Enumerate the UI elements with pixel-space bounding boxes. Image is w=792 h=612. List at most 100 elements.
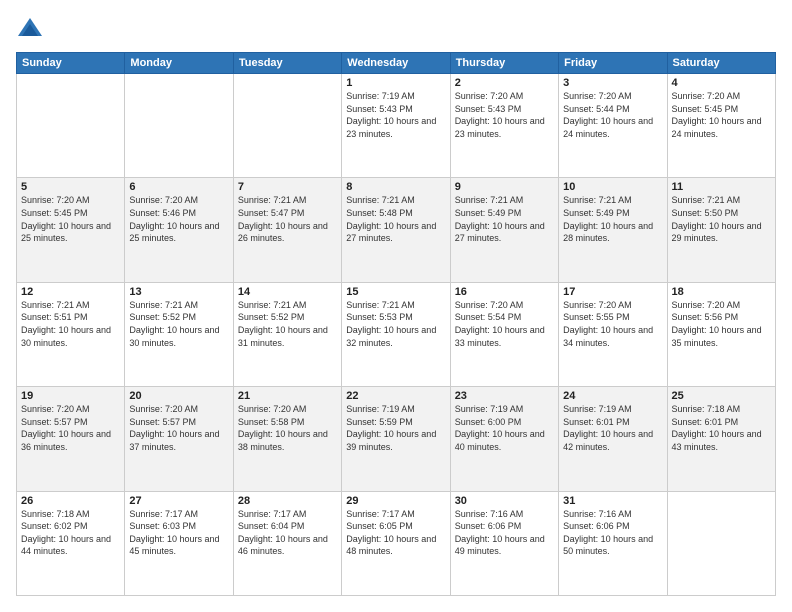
page: SundayMondayTuesdayWednesdayThursdayFrid… xyxy=(0,0,792,612)
calendar-cell xyxy=(233,74,341,178)
weekday-header-tuesday: Tuesday xyxy=(233,53,341,74)
logo xyxy=(16,16,48,44)
weekday-header-row: SundayMondayTuesdayWednesdayThursdayFrid… xyxy=(17,53,776,74)
day-number: 4 xyxy=(672,77,771,89)
calendar-week-4: 19Sunrise: 7:20 AMSunset: 5:57 PMDayligh… xyxy=(17,387,776,491)
day-number: 27 xyxy=(129,495,228,507)
day-info: Sunrise: 7:18 AMSunset: 6:01 PMDaylight:… xyxy=(672,403,771,453)
day-info: Sunrise: 7:21 AMSunset: 5:53 PMDaylight:… xyxy=(346,299,445,349)
calendar-cell: 28Sunrise: 7:17 AMSunset: 6:04 PMDayligh… xyxy=(233,491,341,595)
day-number: 5 xyxy=(21,181,120,193)
day-info: Sunrise: 7:20 AMSunset: 5:57 PMDaylight:… xyxy=(21,403,120,453)
calendar-table: SundayMondayTuesdayWednesdayThursdayFrid… xyxy=(16,52,776,596)
calendar-cell: 8Sunrise: 7:21 AMSunset: 5:48 PMDaylight… xyxy=(342,178,450,282)
calendar-cell: 6Sunrise: 7:20 AMSunset: 5:46 PMDaylight… xyxy=(125,178,233,282)
calendar-cell: 18Sunrise: 7:20 AMSunset: 5:56 PMDayligh… xyxy=(667,282,775,386)
calendar-cell: 27Sunrise: 7:17 AMSunset: 6:03 PMDayligh… xyxy=(125,491,233,595)
calendar-cell: 10Sunrise: 7:21 AMSunset: 5:49 PMDayligh… xyxy=(559,178,667,282)
day-info: Sunrise: 7:20 AMSunset: 5:54 PMDaylight:… xyxy=(455,299,554,349)
day-number: 9 xyxy=(455,181,554,193)
day-number: 31 xyxy=(563,495,662,507)
day-number: 30 xyxy=(455,495,554,507)
day-info: Sunrise: 7:20 AMSunset: 5:57 PMDaylight:… xyxy=(129,403,228,453)
day-info: Sunrise: 7:20 AMSunset: 5:56 PMDaylight:… xyxy=(672,299,771,349)
day-number: 1 xyxy=(346,77,445,89)
calendar-cell: 1Sunrise: 7:19 AMSunset: 5:43 PMDaylight… xyxy=(342,74,450,178)
day-number: 13 xyxy=(129,286,228,298)
day-info: Sunrise: 7:21 AMSunset: 5:49 PMDaylight:… xyxy=(563,194,662,244)
day-info: Sunrise: 7:20 AMSunset: 5:44 PMDaylight:… xyxy=(563,90,662,140)
day-number: 18 xyxy=(672,286,771,298)
day-info: Sunrise: 7:21 AMSunset: 5:52 PMDaylight:… xyxy=(238,299,337,349)
calendar-week-5: 26Sunrise: 7:18 AMSunset: 6:02 PMDayligh… xyxy=(17,491,776,595)
calendar-cell: 7Sunrise: 7:21 AMSunset: 5:47 PMDaylight… xyxy=(233,178,341,282)
calendar-cell: 24Sunrise: 7:19 AMSunset: 6:01 PMDayligh… xyxy=(559,387,667,491)
day-info: Sunrise: 7:21 AMSunset: 5:51 PMDaylight:… xyxy=(21,299,120,349)
calendar-cell: 29Sunrise: 7:17 AMSunset: 6:05 PMDayligh… xyxy=(342,491,450,595)
day-info: Sunrise: 7:20 AMSunset: 5:55 PMDaylight:… xyxy=(563,299,662,349)
day-number: 7 xyxy=(238,181,337,193)
day-info: Sunrise: 7:21 AMSunset: 5:52 PMDaylight:… xyxy=(129,299,228,349)
weekday-header-sunday: Sunday xyxy=(17,53,125,74)
day-number: 25 xyxy=(672,390,771,402)
day-number: 22 xyxy=(346,390,445,402)
day-number: 20 xyxy=(129,390,228,402)
day-info: Sunrise: 7:17 AMSunset: 6:03 PMDaylight:… xyxy=(129,508,228,558)
calendar-cell xyxy=(17,74,125,178)
calendar-cell: 2Sunrise: 7:20 AMSunset: 5:43 PMDaylight… xyxy=(450,74,558,178)
weekday-header-saturday: Saturday xyxy=(667,53,775,74)
calendar-cell: 16Sunrise: 7:20 AMSunset: 5:54 PMDayligh… xyxy=(450,282,558,386)
day-info: Sunrise: 7:21 AMSunset: 5:49 PMDaylight:… xyxy=(455,194,554,244)
calendar-cell: 20Sunrise: 7:20 AMSunset: 5:57 PMDayligh… xyxy=(125,387,233,491)
calendar-cell xyxy=(667,491,775,595)
calendar-cell: 12Sunrise: 7:21 AMSunset: 5:51 PMDayligh… xyxy=(17,282,125,386)
day-number: 19 xyxy=(21,390,120,402)
calendar-week-2: 5Sunrise: 7:20 AMSunset: 5:45 PMDaylight… xyxy=(17,178,776,282)
day-info: Sunrise: 7:20 AMSunset: 5:46 PMDaylight:… xyxy=(129,194,228,244)
day-info: Sunrise: 7:21 AMSunset: 5:48 PMDaylight:… xyxy=(346,194,445,244)
calendar-cell: 31Sunrise: 7:16 AMSunset: 6:06 PMDayligh… xyxy=(559,491,667,595)
day-number: 10 xyxy=(563,181,662,193)
calendar-cell: 22Sunrise: 7:19 AMSunset: 5:59 PMDayligh… xyxy=(342,387,450,491)
weekday-header-wednesday: Wednesday xyxy=(342,53,450,74)
day-number: 23 xyxy=(455,390,554,402)
calendar-cell xyxy=(125,74,233,178)
day-number: 16 xyxy=(455,286,554,298)
day-number: 29 xyxy=(346,495,445,507)
day-info: Sunrise: 7:19 AMSunset: 6:00 PMDaylight:… xyxy=(455,403,554,453)
day-info: Sunrise: 7:20 AMSunset: 5:43 PMDaylight:… xyxy=(455,90,554,140)
day-number: 26 xyxy=(21,495,120,507)
day-info: Sunrise: 7:17 AMSunset: 6:05 PMDaylight:… xyxy=(346,508,445,558)
calendar-cell: 9Sunrise: 7:21 AMSunset: 5:49 PMDaylight… xyxy=(450,178,558,282)
calendar-cell: 15Sunrise: 7:21 AMSunset: 5:53 PMDayligh… xyxy=(342,282,450,386)
calendar-cell: 26Sunrise: 7:18 AMSunset: 6:02 PMDayligh… xyxy=(17,491,125,595)
calendar-cell: 23Sunrise: 7:19 AMSunset: 6:00 PMDayligh… xyxy=(450,387,558,491)
calendar-cell: 3Sunrise: 7:20 AMSunset: 5:44 PMDaylight… xyxy=(559,74,667,178)
day-number: 21 xyxy=(238,390,337,402)
weekday-header-friday: Friday xyxy=(559,53,667,74)
calendar-week-1: 1Sunrise: 7:19 AMSunset: 5:43 PMDaylight… xyxy=(17,74,776,178)
day-number: 24 xyxy=(563,390,662,402)
day-info: Sunrise: 7:20 AMSunset: 5:45 PMDaylight:… xyxy=(672,90,771,140)
day-number: 14 xyxy=(238,286,337,298)
day-number: 17 xyxy=(563,286,662,298)
calendar-cell: 30Sunrise: 7:16 AMSunset: 6:06 PMDayligh… xyxy=(450,491,558,595)
day-info: Sunrise: 7:19 AMSunset: 5:59 PMDaylight:… xyxy=(346,403,445,453)
day-info: Sunrise: 7:21 AMSunset: 5:50 PMDaylight:… xyxy=(672,194,771,244)
weekday-header-monday: Monday xyxy=(125,53,233,74)
calendar-cell: 17Sunrise: 7:20 AMSunset: 5:55 PMDayligh… xyxy=(559,282,667,386)
day-number: 28 xyxy=(238,495,337,507)
day-info: Sunrise: 7:16 AMSunset: 6:06 PMDaylight:… xyxy=(563,508,662,558)
day-number: 3 xyxy=(563,77,662,89)
day-info: Sunrise: 7:20 AMSunset: 5:58 PMDaylight:… xyxy=(238,403,337,453)
day-number: 11 xyxy=(672,181,771,193)
day-info: Sunrise: 7:19 AMSunset: 6:01 PMDaylight:… xyxy=(563,403,662,453)
day-info: Sunrise: 7:18 AMSunset: 6:02 PMDaylight:… xyxy=(21,508,120,558)
calendar-cell: 25Sunrise: 7:18 AMSunset: 6:01 PMDayligh… xyxy=(667,387,775,491)
day-number: 12 xyxy=(21,286,120,298)
calendar-cell: 11Sunrise: 7:21 AMSunset: 5:50 PMDayligh… xyxy=(667,178,775,282)
day-number: 6 xyxy=(129,181,228,193)
calendar-cell: 14Sunrise: 7:21 AMSunset: 5:52 PMDayligh… xyxy=(233,282,341,386)
day-info: Sunrise: 7:21 AMSunset: 5:47 PMDaylight:… xyxy=(238,194,337,244)
calendar-week-3: 12Sunrise: 7:21 AMSunset: 5:51 PMDayligh… xyxy=(17,282,776,386)
